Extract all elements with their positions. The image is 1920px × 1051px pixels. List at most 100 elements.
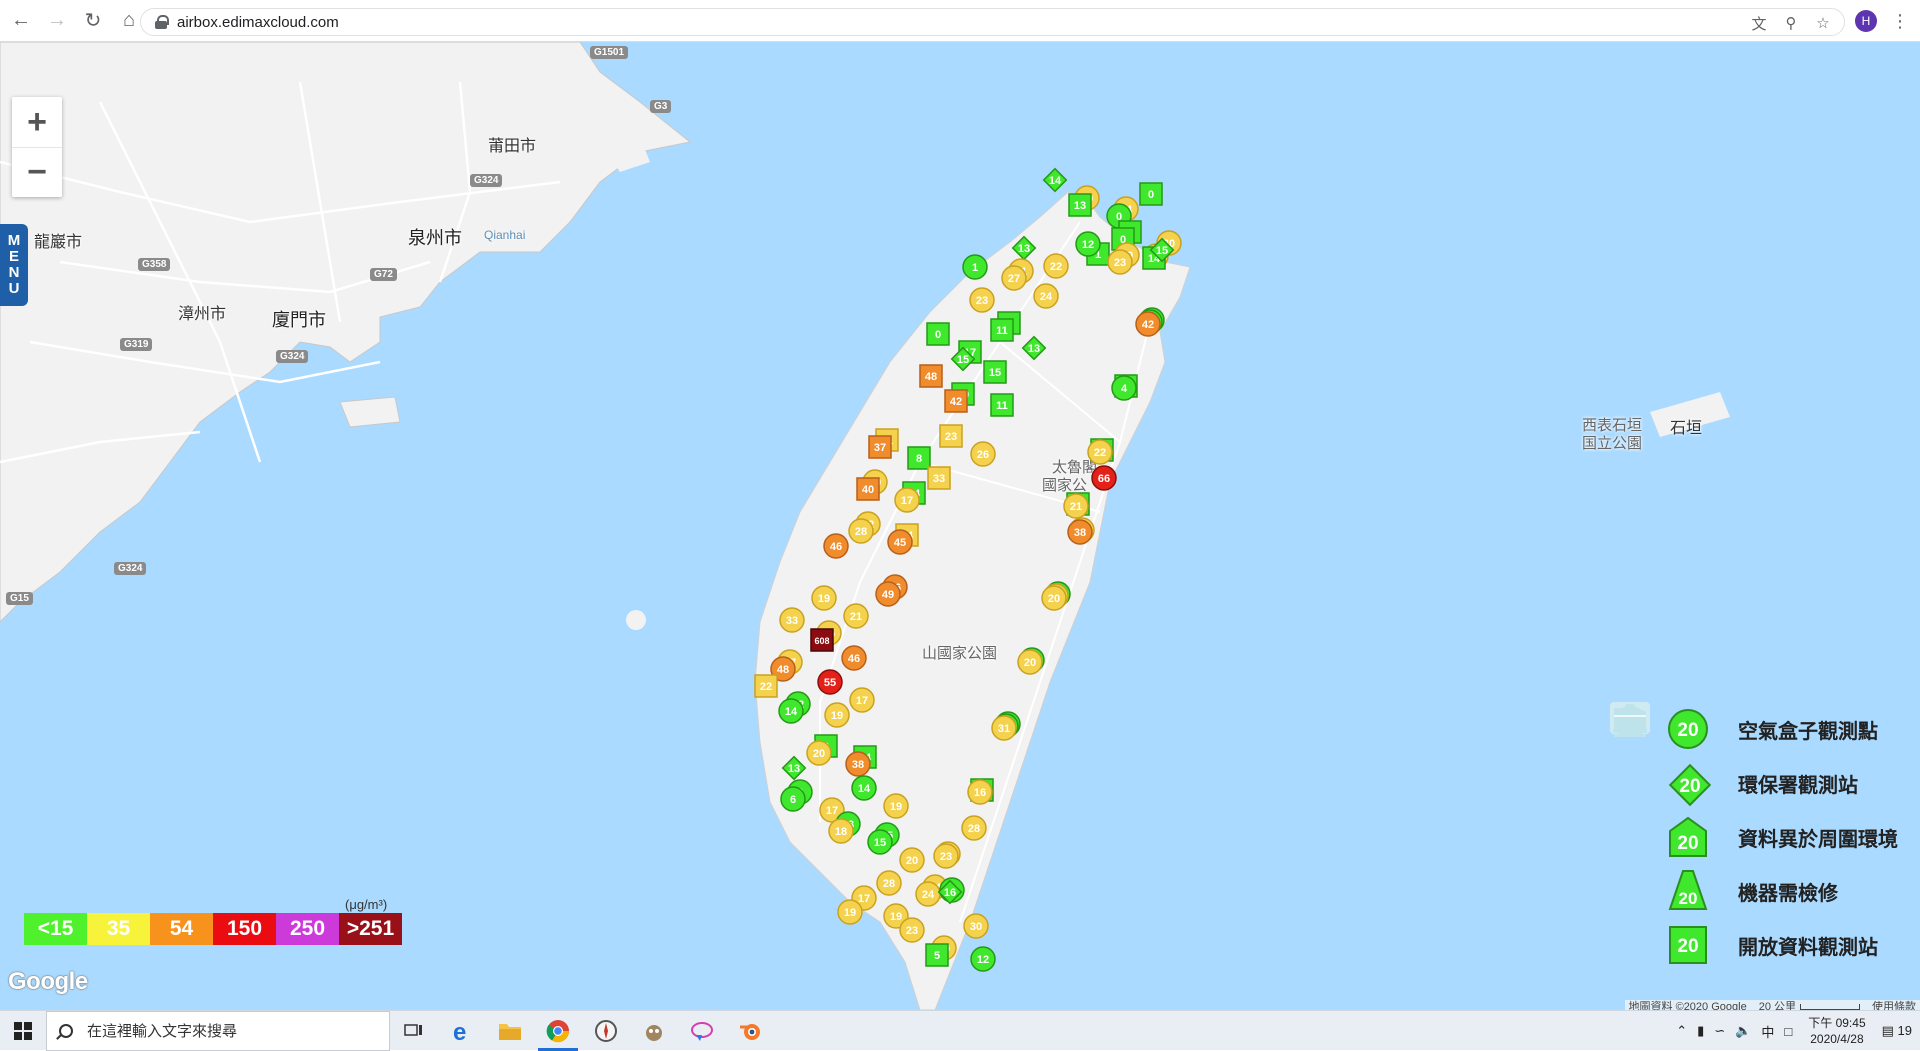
station-marker-diamond[interactable]: 13 — [1020, 334, 1048, 362]
folder-icon — [1610, 708, 1666, 967]
notification-center-icon[interactable]: ▤ 19 — [1882, 1023, 1912, 1039]
station-marker-square[interactable]: 15 — [981, 358, 1009, 386]
station-marker-circle[interactable]: 24 — [1032, 282, 1060, 310]
station-marker-circle[interactable]: 33 — [778, 606, 806, 634]
station-marker-circle[interactable]: 22 — [1042, 252, 1070, 280]
ime-mode-icon[interactable]: □ — [1784, 1024, 1792, 1039]
station-marker-circle[interactable]: 17 — [893, 486, 921, 514]
station-marker-square[interactable]: 42 — [942, 387, 970, 415]
taskbar-clock[interactable]: 下午 09:45 2020/4/28 — [1808, 1015, 1865, 1047]
station-marker-circle[interactable]: 17 — [848, 686, 876, 714]
url-text[interactable]: airbox.edimaxcloud.com — [177, 14, 339, 31]
station-marker-diamond[interactable]: 15 — [1148, 236, 1176, 264]
station-marker-circle[interactable]: 19 — [823, 701, 851, 729]
legend-marker-value: 20 — [1677, 833, 1698, 854]
address-bar[interactable]: airbox.edimaxcloud.com 文 ⚲ ☆ — [140, 8, 1845, 36]
station-marker-circle[interactable]: 19 — [810, 584, 838, 612]
station-marker-circle[interactable]: 23 — [1106, 248, 1134, 276]
station-marker-circle[interactable]: 27 — [1000, 264, 1028, 292]
station-marker-circle[interactable]: 6 — [779, 785, 807, 813]
station-marker-circle[interactable]: 45 — [886, 528, 914, 556]
bookmark-star-icon[interactable]: ☆ — [1812, 12, 1834, 34]
station-marker-square[interactable]: 22 — [752, 672, 780, 700]
station-marker-circle[interactable]: 38 — [1066, 518, 1094, 546]
station-marker-square[interactable]: 37 — [866, 433, 894, 461]
station-marker-square[interactable]: 11 — [988, 316, 1016, 344]
station-marker-circle[interactable]: 12 — [1074, 230, 1102, 258]
back-arrow-icon[interactable]: ← — [6, 6, 36, 36]
station-marker-square[interactable]: 5 — [923, 941, 951, 969]
station-marker-circle[interactable]: 23 — [932, 842, 960, 870]
station-marker-circle[interactable]: 49 — [874, 580, 902, 608]
reload-icon[interactable]: ↻ — [78, 6, 108, 36]
ime-indicator[interactable]: 中 — [1761, 1022, 1774, 1041]
compass-app-icon[interactable] — [582, 1011, 630, 1051]
station-marker-circle[interactable]: 23 — [898, 916, 926, 944]
station-marker-circle[interactable]: 1 — [961, 253, 989, 281]
battery-icon[interactable]: ▮ — [1697, 1023, 1704, 1039]
station-marker-circle[interactable]: 28 — [847, 517, 875, 545]
wifi-icon[interactable]: ∽ — [1714, 1023, 1725, 1039]
station-marker-circle[interactable]: 15 — [866, 828, 894, 856]
station-marker-circle[interactable]: 28 — [875, 869, 903, 897]
task-view-icon[interactable] — [390, 1011, 438, 1051]
station-marker-circle[interactable]: 19 — [836, 898, 864, 926]
station-marker-circle[interactable]: 14 — [777, 697, 805, 725]
blender-icon[interactable] — [726, 1011, 774, 1051]
station-marker-diamond[interactable]: 16 — [936, 878, 964, 906]
station-marker-circle[interactable]: 12 — [969, 945, 997, 973]
station-marker-square[interactable]: 0 — [1137, 180, 1165, 208]
google-logo[interactable]: Google — [8, 968, 88, 996]
translate-icon[interactable]: 文 — [1748, 12, 1770, 34]
station-marker-square[interactable]: 33 — [925, 464, 953, 492]
station-marker-diamond[interactable]: 14 — [1041, 166, 1069, 194]
inkscape-icon[interactable] — [678, 1011, 726, 1051]
station-marker-circle[interactable]: 22 — [1086, 438, 1114, 466]
zoom-icon[interactable]: ⚲ — [1780, 12, 1802, 34]
station-marker-square[interactable]: 23 — [937, 422, 965, 450]
station-marker-circle[interactable]: 42 — [1134, 310, 1162, 338]
legend-row-airbox: 20 空氣盒子觀測點 — [1610, 702, 1910, 756]
station-marker-circle[interactable]: 66 — [1090, 464, 1118, 492]
station-marker-circle[interactable]: 30 — [962, 912, 990, 940]
zoom-in-button[interactable]: + — [12, 97, 62, 147]
profile-avatar[interactable]: H — [1855, 10, 1877, 32]
chrome-icon[interactable] — [534, 1011, 582, 1051]
station-marker-circle[interactable]: 26 — [969, 440, 997, 468]
station-marker-circle[interactable]: 14 — [850, 774, 878, 802]
station-marker-circle[interactable]: 16 — [966, 778, 994, 806]
station-marker-circle[interactable]: 23 — [968, 286, 996, 314]
taskbar-search-input[interactable]: 在這裡輸入文字來搜尋 — [46, 1010, 390, 1051]
windows-start-icon[interactable] — [0, 1011, 46, 1051]
station-marker-square[interactable]: 608 — [808, 626, 836, 654]
station-marker-circle[interactable]: 20 — [1016, 648, 1044, 676]
menu-tab-button[interactable]: M E N U — [0, 224, 28, 306]
station-marker-circle[interactable]: 46 — [822, 532, 850, 560]
station-marker-square[interactable]: 11 — [988, 391, 1016, 419]
gimp-icon[interactable] — [630, 1011, 678, 1051]
tray-chevron-up-icon[interactable]: ⌃ — [1676, 1023, 1687, 1039]
station-marker-circle[interactable]: 18 — [827, 817, 855, 845]
browser-menu-icon[interactable]: ⋮ — [1890, 10, 1910, 32]
file-explorer-icon[interactable] — [486, 1011, 534, 1051]
station-marker-circle[interactable]: 28 — [960, 814, 988, 842]
station-marker-circle[interactable]: 4 — [1110, 374, 1138, 402]
zoom-out-button[interactable]: − — [12, 147, 62, 197]
station-marker-circle[interactable]: 19 — [882, 792, 910, 820]
station-marker-circle[interactable]: 20 — [805, 739, 833, 767]
station-marker-circle[interactable]: 55 — [816, 668, 844, 696]
station-value: 12 — [1082, 239, 1094, 251]
forward-arrow-icon[interactable]: → — [42, 6, 72, 36]
station-marker-circle[interactable]: 20 — [1040, 584, 1068, 612]
station-marker-square[interactable]: 0 — [924, 320, 952, 348]
map-canvas[interactable]: G1501 G3 G324 G358 G72 G319 G324 G324 G1… — [0, 42, 1920, 1010]
station-marker-circle[interactable]: 21 — [842, 602, 870, 630]
station-marker-square[interactable]: 40 — [854, 475, 882, 503]
station-marker-circle[interactable]: 31 — [990, 714, 1018, 742]
station-marker-circle[interactable]: 46 — [840, 644, 868, 672]
volume-icon[interactable]: 🔈 — [1735, 1023, 1751, 1039]
station-marker-square[interactable]: 48 — [917, 362, 945, 390]
station-marker-diamond[interactable]: 15 — [949, 345, 977, 373]
edge-browser-icon[interactable]: e — [438, 1011, 486, 1051]
station-marker-square[interactable]: 13 — [1066, 191, 1094, 219]
